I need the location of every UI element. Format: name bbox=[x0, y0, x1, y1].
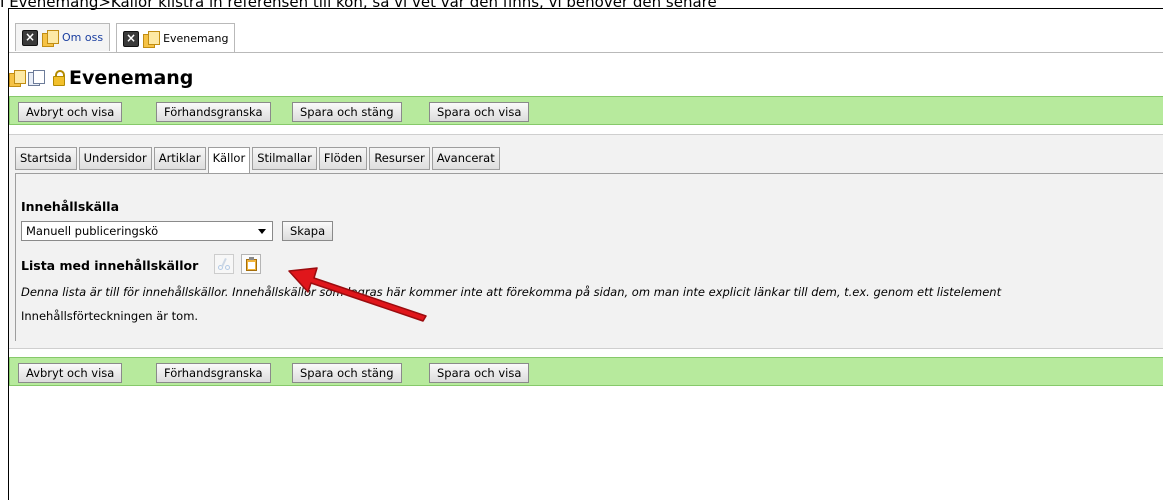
lock-icon bbox=[53, 70, 65, 86]
page-tree-icon bbox=[42, 29, 59, 47]
doc-tab-label: Evenemang bbox=[163, 32, 229, 45]
content-source-selected: Manuell publiceringskö bbox=[26, 224, 159, 238]
tab-undersidor[interactable]: Undersidor bbox=[78, 147, 152, 170]
content-source-label: Innehållskälla bbox=[21, 199, 120, 214]
tab-stilmallar[interactable]: Stilmallar bbox=[252, 147, 317, 170]
annotation-arrow bbox=[288, 267, 427, 322]
editor-tabs: Startsida Undersidor Artiklar Källor Sti… bbox=[15, 147, 502, 173]
content-source-select[interactable]: Manuell publiceringskö bbox=[21, 221, 273, 241]
close-icon[interactable]: × bbox=[22, 29, 38, 46]
action-toolbar-top: Avbryt och visa Förhandsgranska Spara oc… bbox=[9, 96, 1163, 125]
source-list-label: Lista med innehållskällor bbox=[21, 258, 199, 273]
paste-icon bbox=[246, 257, 257, 271]
doc-tab-label: Om oss bbox=[62, 31, 104, 44]
page-tree-icon bbox=[143, 30, 161, 48]
doc-tab-evenemang[interactable]: × Evenemang bbox=[116, 23, 236, 53]
scissors-icon bbox=[218, 257, 230, 270]
source-list-note: Denna lista är till för innehållskällor.… bbox=[21, 285, 1002, 299]
action-toolbar-bottom: Avbryt och visa Förhandsgranska Spara oc… bbox=[9, 357, 1163, 386]
create-button[interactable]: Skapa bbox=[282, 221, 334, 241]
preview-button[interactable]: Förhandsgranska bbox=[156, 102, 271, 122]
paste-button[interactable] bbox=[241, 254, 261, 274]
cms-window: × Om oss × Evenemang Evenemang Avbryt oc… bbox=[8, 8, 1163, 500]
tab-divider bbox=[9, 52, 1163, 53]
copy-page-icon[interactable] bbox=[28, 70, 45, 86]
save-view-button[interactable]: Spara och visa bbox=[429, 363, 530, 383]
save-close-button[interactable]: Spara och stäng bbox=[292, 363, 402, 383]
empty-list-text: Innehållsförteckningen är tom. bbox=[21, 309, 199, 323]
page-header: Evenemang bbox=[9, 67, 193, 89]
cancel-view-button[interactable]: Avbryt och visa bbox=[18, 363, 123, 383]
editor-panel: Startsida Undersidor Artiklar Källor Sti… bbox=[9, 134, 1163, 349]
cut-button[interactable] bbox=[214, 254, 234, 274]
chevron-down-icon bbox=[258, 229, 266, 234]
close-icon[interactable]: × bbox=[123, 30, 140, 47]
tab-artiklar[interactable]: Artiklar bbox=[153, 147, 206, 170]
tab-resurser[interactable]: Resurser bbox=[369, 147, 430, 170]
tab-avancerat[interactable]: Avancerat bbox=[431, 147, 500, 170]
save-view-button[interactable]: Spara och visa bbox=[429, 102, 530, 122]
document-tabs: × Om oss × Evenemang bbox=[15, 23, 241, 53]
page-title: Evenemang bbox=[69, 67, 194, 89]
tab-startsida[interactable]: Startsida bbox=[15, 147, 77, 170]
save-close-button[interactable]: Spara och stäng bbox=[292, 102, 402, 122]
kallor-content: Innehållskälla Manuell publiceringskö Sk… bbox=[15, 173, 1163, 341]
doc-tab-om-oss[interactable]: × Om oss bbox=[15, 23, 111, 51]
page-tree-icon[interactable] bbox=[9, 70, 26, 87]
tab-kallor[interactable]: Källor bbox=[207, 147, 251, 173]
preview-button[interactable]: Förhandsgranska bbox=[156, 363, 271, 383]
tab-floden[interactable]: Flöden bbox=[318, 147, 368, 170]
cancel-view-button[interactable]: Avbryt och visa bbox=[18, 102, 123, 122]
